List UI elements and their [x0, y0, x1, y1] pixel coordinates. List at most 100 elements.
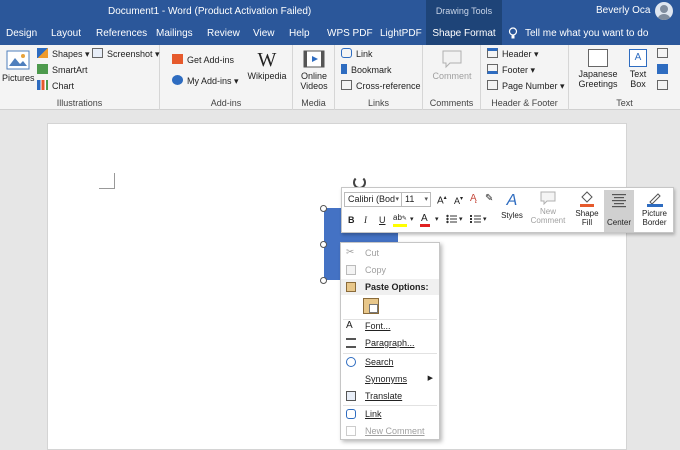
- link-icon: [346, 409, 356, 419]
- get-addins-button[interactable]: Get Add-ins: [172, 53, 234, 67]
- header-button[interactable]: Header ▾: [487, 47, 539, 61]
- shrink-font-icon[interactable]: A▾: [454, 195, 463, 206]
- wikipedia-label: Wikipedia: [247, 71, 287, 81]
- text-box-label-1: Text: [629, 69, 647, 79]
- comment-button[interactable]: Comment: [429, 49, 475, 81]
- menu-item-copy[interactable]: Copy: [341, 262, 439, 278]
- wikipedia-icon: W: [257, 49, 277, 71]
- comments-group: Comment Comments: [423, 45, 481, 110]
- center-button[interactable]: Center: [604, 190, 634, 232]
- font-size-field[interactable]: 11 ▾: [401, 192, 431, 207]
- japanese-greetings-label-1: Japanese: [578, 69, 618, 79]
- online-video-icon: [303, 50, 325, 68]
- document-page[interactable]: [47, 123, 627, 450]
- font-name-value: Calibri (Bod: [348, 194, 396, 204]
- menu-item-paragraph[interactable]: Paragraph...: [341, 335, 439, 351]
- font-name-field[interactable]: Calibri (Bod ▾: [344, 192, 402, 207]
- shapes-button[interactable]: Shapes ▾: [37, 47, 90, 61]
- cross-reference-button[interactable]: Cross-reference: [341, 79, 421, 93]
- tab-lightpdf[interactable]: LightPDF: [380, 28, 422, 39]
- menu-item-copy-label: Copy: [365, 265, 387, 275]
- bookmark-button[interactable]: Bookmark: [341, 63, 392, 77]
- underline-button[interactable]: U: [379, 215, 386, 225]
- styles-label: Styles: [501, 211, 523, 220]
- chevron-down-icon[interactable]: ▾: [410, 215, 414, 223]
- clipboard-icon: [346, 282, 356, 292]
- pictures-icon: [6, 50, 30, 70]
- pictures-button[interactable]: Pictures: [2, 49, 35, 83]
- text-group: Japanese Greetings A Text Box Text: [569, 45, 680, 110]
- chevron-down-icon[interactable]: ▾: [483, 215, 487, 223]
- chevron-down-icon[interactable]: ▾: [459, 215, 463, 223]
- search-icon: [346, 357, 356, 367]
- online-videos-button[interactable]: Online Videos: [297, 49, 331, 91]
- clear-format-icon[interactable]: Ą: [470, 193, 477, 204]
- margin-corner-mark: [99, 173, 115, 189]
- illustrations-group: Pictures Shapes ▾ SmartArt Chart Screens…: [0, 45, 160, 110]
- user-name[interactable]: Beverly Oca: [596, 5, 650, 16]
- menu-item-search[interactable]: Search: [341, 354, 439, 370]
- comments-group-label: Comments: [429, 98, 474, 108]
- context-menu: ✂ Cut Copy Paste Options: A Font... Para…: [340, 242, 440, 440]
- link-icon: [341, 48, 352, 58]
- grow-font-icon[interactable]: A▴: [437, 194, 447, 206]
- tab-help[interactable]: Help: [289, 28, 310, 39]
- italic-button[interactable]: I: [364, 215, 367, 225]
- tab-mailings[interactable]: Mailings: [156, 28, 193, 39]
- wordart-button[interactable]: [657, 63, 672, 77]
- highlight-button[interactable]: ab✎: [393, 213, 407, 222]
- resize-handle-bottom-left[interactable]: [320, 277, 327, 284]
- text-box-icon: A: [629, 49, 647, 67]
- tab-references[interactable]: References: [96, 28, 147, 39]
- menu-item-new-comment[interactable]: New Comment: [341, 423, 439, 439]
- link-button[interactable]: Link: [341, 47, 373, 61]
- footer-button[interactable]: Footer ▾: [487, 63, 535, 77]
- smartart-label: SmartArt: [52, 65, 88, 75]
- paste-keep-text-icon[interactable]: [363, 298, 379, 314]
- chart-button[interactable]: Chart: [37, 79, 74, 93]
- bullets-icon[interactable]: [446, 214, 457, 224]
- drop-cap-button[interactable]: [657, 79, 672, 93]
- bold-button[interactable]: B: [348, 215, 355, 225]
- tab-view[interactable]: View: [253, 28, 275, 39]
- tab-layout[interactable]: Layout: [51, 28, 81, 39]
- picture-border-button[interactable]: Picture Border: [636, 191, 673, 231]
- wikipedia-button[interactable]: W Wikipedia: [245, 49, 289, 81]
- paragraph-icon: [346, 338, 356, 348]
- chevron-down-icon[interactable]: ▾: [435, 215, 439, 223]
- comment-icon: [442, 50, 462, 69]
- my-addins-button[interactable]: My Add-ins ▾: [172, 74, 239, 88]
- my-addins-label: My Add-ins: [187, 76, 232, 86]
- tell-me-search[interactable]: Tell me what you want to do: [525, 28, 648, 39]
- japanese-greetings-icon: [588, 49, 608, 67]
- font-color-button[interactable]: A: [421, 213, 428, 224]
- resize-handle-top-left[interactable]: [320, 205, 327, 212]
- styles-button[interactable]: A Styles: [497, 191, 527, 231]
- tab-design[interactable]: Design: [6, 28, 37, 39]
- shape-fill-label-1: Shape: [575, 209, 599, 218]
- text-box-button[interactable]: A Text Box: [625, 49, 651, 89]
- shape-fill-label-2: Fill: [581, 218, 593, 227]
- quick-parts-button[interactable]: [657, 47, 672, 61]
- avatar[interactable]: [655, 2, 673, 20]
- format-painter-icon[interactable]: ✎: [485, 193, 493, 204]
- shape-fill-button[interactable]: Shape Fill: [572, 191, 602, 231]
- new-comment-button[interactable]: New Comment: [528, 191, 568, 231]
- page-number-button[interactable]: Page Number ▾: [487, 79, 565, 93]
- screenshot-button[interactable]: Screenshot ▾: [92, 47, 160, 61]
- menu-item-synonyms[interactable]: Synonyms ▶: [341, 371, 439, 387]
- tab-shape-format[interactable]: Shape Format: [426, 22, 502, 45]
- menu-item-link[interactable]: Link: [341, 406, 439, 422]
- tab-review[interactable]: Review: [207, 28, 240, 39]
- wordart-icon: [657, 64, 668, 74]
- resize-handle-middle-left[interactable]: [320, 241, 327, 248]
- smartart-button[interactable]: SmartArt: [37, 63, 88, 77]
- tab-wps-pdf[interactable]: WPS PDF: [327, 28, 373, 39]
- numbering-icon[interactable]: [470, 214, 481, 224]
- menu-item-font[interactable]: A Font...: [341, 318, 439, 334]
- menu-item-cut[interactable]: ✂ Cut: [341, 245, 439, 261]
- menu-item-paste-options: Paste Options:: [341, 279, 439, 295]
- menu-item-translate[interactable]: Translate: [341, 388, 439, 404]
- japanese-greetings-button[interactable]: Japanese Greetings: [575, 49, 621, 89]
- picture-border-label-1: Picture: [642, 209, 667, 218]
